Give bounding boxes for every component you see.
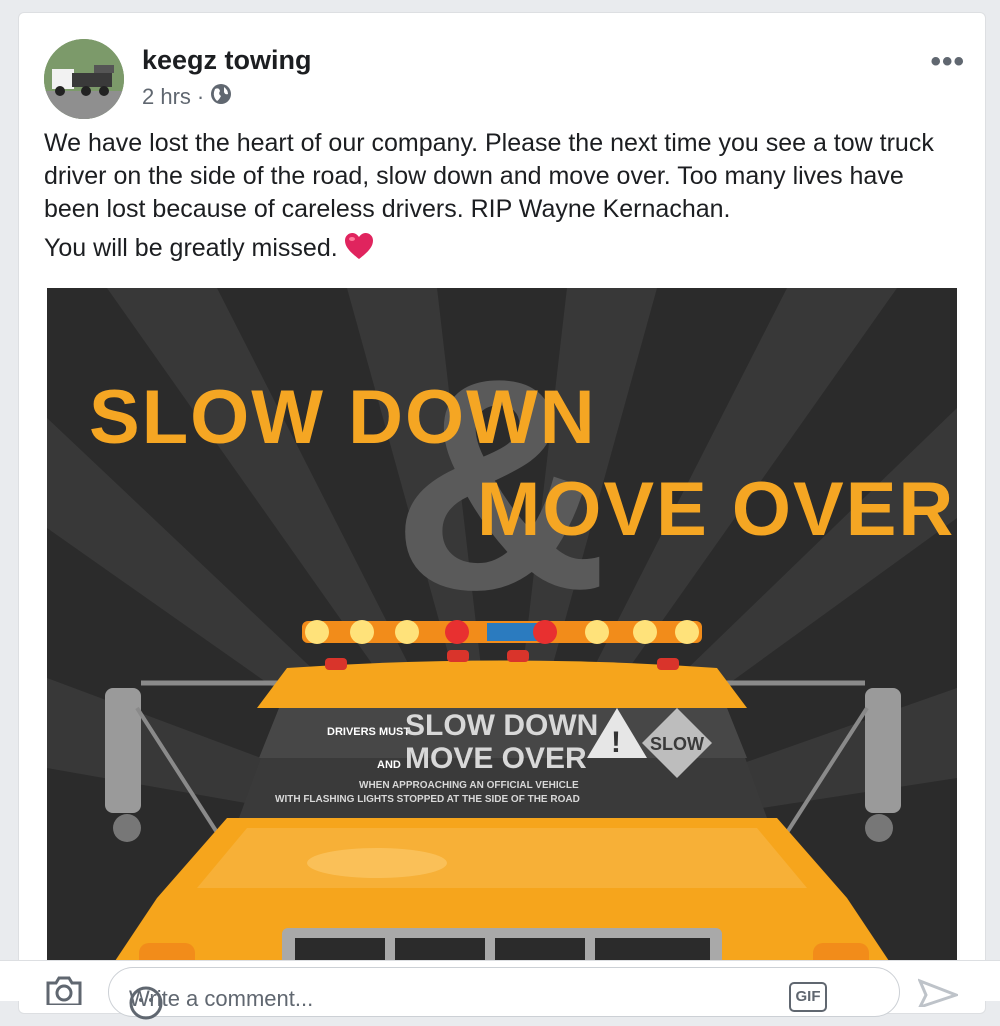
windshield-prefix-drivers-must: DRIVERS MUST (327, 726, 410, 738)
comment-bar: Write a comment... GIF (0, 960, 1000, 1020)
slow-sign-label: SLOW (650, 734, 704, 754)
windshield-note-line1: WHEN APPROACHING AN OFFICIAL VEHICLE (359, 780, 579, 791)
windshield-move-over: MOVE OVER (405, 742, 587, 775)
post-meta: 2 hrs · (142, 83, 232, 111)
send-icon[interactable] (917, 977, 961, 1012)
author-name[interactable]: keegz towing (142, 45, 312, 76)
image-headline-slow-down: SLOW DOWN (89, 375, 597, 460)
camera-icon[interactable] (44, 975, 84, 1010)
post-body: We have lost the heart of our company. P… (44, 129, 934, 223)
post-time[interactable]: 2 hrs (142, 84, 191, 110)
warning-sign-mark: ! (611, 726, 621, 759)
heart-icon (344, 232, 374, 269)
windshield-slow-down: SLOW DOWN (405, 709, 598, 742)
comment-input[interactable]: Write a comment... GIF (108, 967, 900, 1020)
gif-button[interactable]: GIF (789, 982, 827, 1012)
image-headline-move-over: MOVE OVER (477, 467, 955, 552)
post-image[interactable]: & SLOW DOWN MOVE OVER DRIVERS MUST SLOW … (47, 288, 957, 973)
post-closing: You will be greatly missed. (44, 234, 338, 262)
globe-icon (210, 83, 232, 111)
post-text: We have lost the heart of our company. P… (44, 127, 964, 269)
meta-separator: · (196, 84, 205, 109)
windshield-prefix-and: AND (377, 759, 401, 771)
more-options-icon[interactable]: ••• (930, 45, 965, 79)
emoji-icon[interactable] (129, 986, 163, 1026)
post-card: keegz towing 2 hrs · ••• We have lost th… (18, 12, 986, 1014)
windshield-note-line2: WITH FLASHING LIGHTS STOPPED AT THE SIDE… (275, 794, 580, 805)
post-body-line2: You will be greatly missed. (44, 232, 964, 269)
author-avatar[interactable] (44, 39, 124, 119)
